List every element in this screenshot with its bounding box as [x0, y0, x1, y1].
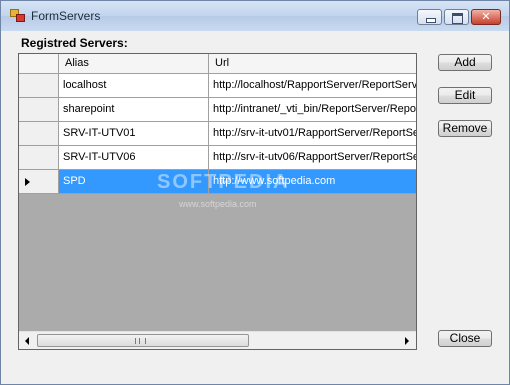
remove-button[interactable]: Remove [438, 120, 492, 137]
row-header[interactable] [19, 146, 59, 170]
form-servers-window: FormServers ✕ Registred Servers: Alias U… [0, 0, 510, 385]
column-header-url[interactable]: Url [209, 54, 416, 74]
window-title: FormServers [31, 9, 101, 23]
column-header-alias[interactable]: Alias [59, 54, 209, 74]
client-area: Registred Servers: Alias Url localhost h… [1, 31, 509, 384]
table-row[interactable]: SRV-IT-UTV01 http://srv-it-utv01/Rapport… [19, 122, 416, 146]
row-header[interactable] [19, 122, 59, 146]
alias-cell[interactable]: SPD [59, 170, 209, 194]
watermark-url: www.softpedia.com [179, 199, 257, 209]
scroll-left-arrow-icon[interactable] [20, 333, 36, 349]
alias-cell[interactable]: SRV-IT-UTV01 [59, 122, 209, 146]
table-row-selected[interactable]: SPD http://www.softpedia.com [19, 170, 416, 194]
scrollbar-thumb[interactable] [37, 334, 249, 347]
close-window-button[interactable]: ✕ [471, 9, 501, 25]
row-selector-arrow-icon [25, 178, 30, 186]
url-cell[interactable]: http://srv-it-utv01/RapportServer/Report… [209, 122, 416, 146]
scroll-right-arrow-icon[interactable] [399, 333, 415, 349]
url-cell[interactable]: http://srv-it-utv06/RapportServer/Report… [209, 146, 416, 170]
url-cell[interactable]: http://intranet/_vti_bin/ReportServer/Re… [209, 98, 416, 122]
registred-servers-label: Registred Servers: [21, 36, 128, 50]
servers-grid[interactable]: Alias Url localhost http://localhost/Rap… [18, 53, 417, 350]
grid-corner-header[interactable] [19, 54, 59, 74]
alias-cell[interactable]: SRV-IT-UTV06 [59, 146, 209, 170]
row-header[interactable] [19, 170, 59, 194]
grid-body: Alias Url localhost http://localhost/Rap… [19, 54, 416, 331]
app-icon [10, 9, 25, 22]
scrollbar-grip-icon [135, 338, 146, 344]
url-cell[interactable]: http://localhost/RapportServer/ReportSer… [209, 74, 416, 98]
close-button[interactable]: Close [438, 330, 492, 347]
row-header[interactable] [19, 98, 59, 122]
minimize-button[interactable] [417, 9, 442, 25]
close-icon: ✕ [481, 10, 491, 23]
table-row[interactable]: sharepoint http://intranet/_vti_bin/Repo… [19, 98, 416, 122]
maximize-button[interactable] [444, 9, 469, 25]
table-row[interactable]: SRV-IT-UTV06 http://srv-it-utv06/Rapport… [19, 146, 416, 170]
row-header[interactable] [19, 74, 59, 98]
alias-cell[interactable]: localhost [59, 74, 209, 98]
maximize-icon [452, 13, 463, 24]
minimize-icon [426, 18, 436, 23]
add-button[interactable]: Add [438, 54, 492, 71]
alias-cell[interactable]: sharepoint [59, 98, 209, 122]
table-row[interactable]: localhost http://localhost/RapportServer… [19, 74, 416, 98]
edit-button[interactable]: Edit [438, 87, 492, 104]
title-bar[interactable]: FormServers ✕ [1, 1, 509, 32]
horizontal-scrollbar[interactable] [19, 331, 416, 349]
url-cell[interactable]: http://www.softpedia.com [209, 170, 416, 194]
